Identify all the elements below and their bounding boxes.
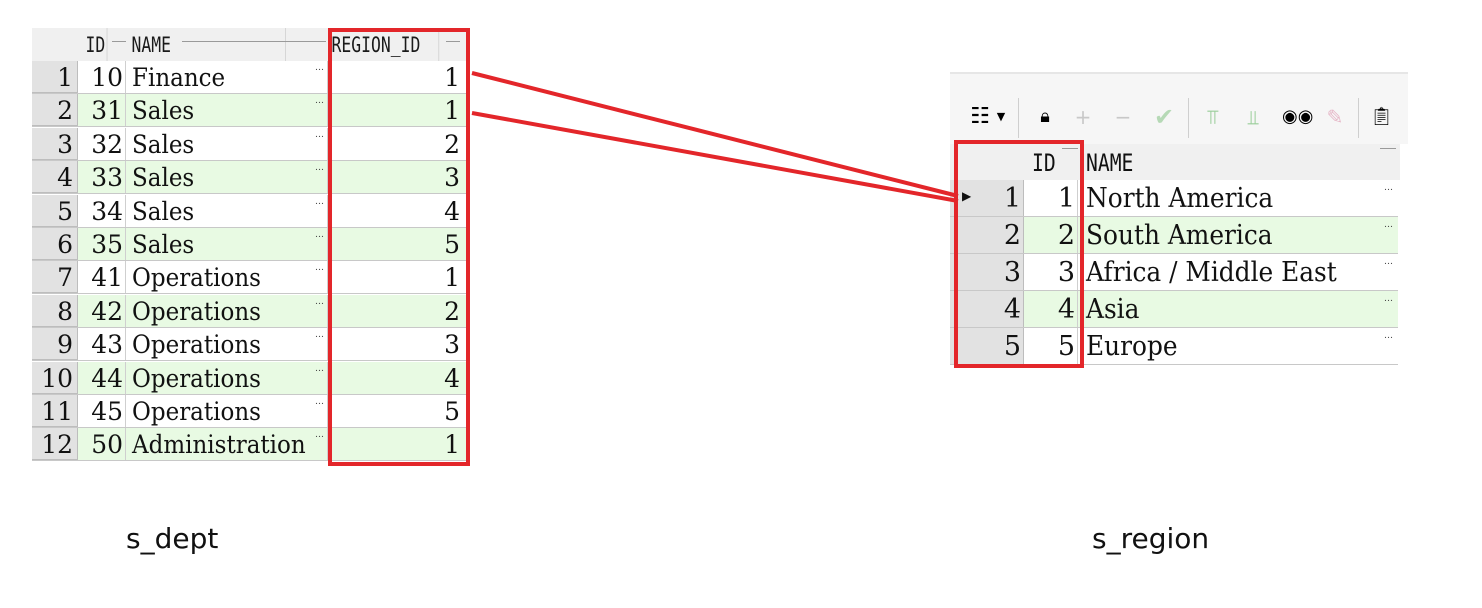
connector-line: [471, 111, 959, 203]
foreign-key-connector-lines: [471, 71, 959, 203]
connector-line: [471, 71, 959, 198]
